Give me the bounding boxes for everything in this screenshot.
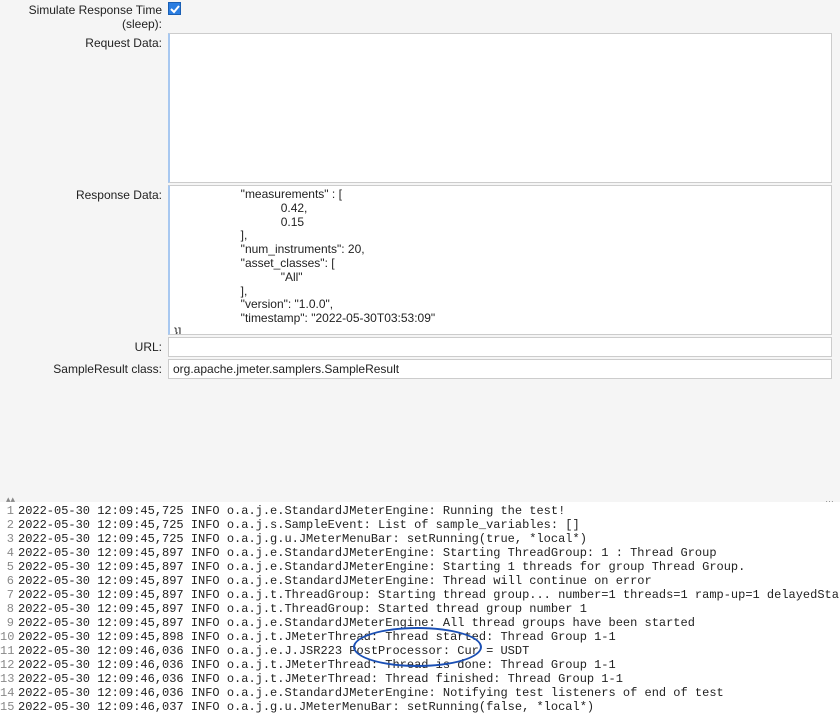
log-line-number: 5 xyxy=(0,560,18,574)
log-line-text: 2022-05-30 12:09:46,036 INFO o.a.j.t.JMe… xyxy=(18,658,616,672)
url-label: URL: xyxy=(8,337,168,354)
response-data-label: Response Data: xyxy=(8,185,168,202)
log-line-text: 2022-05-30 12:09:45,897 INFO o.a.j.e.Sta… xyxy=(18,616,695,630)
sampleresult-row: SampleResult class: xyxy=(8,359,832,379)
log-line-text: 2022-05-30 12:09:45,897 INFO o.a.j.e.Sta… xyxy=(18,546,717,560)
log-line: 102022-05-30 12:09:45,898 INFO o.a.j.t.J… xyxy=(0,630,840,644)
log-line: 32022-05-30 12:09:45,725 INFO o.a.j.g.u.… xyxy=(0,532,840,546)
log-line-text: 2022-05-30 12:09:45,725 INFO o.a.j.e.Sta… xyxy=(18,504,565,518)
log-line-number: 4 xyxy=(0,546,18,560)
log-line-text: 2022-05-30 12:09:45,897 INFO o.a.j.t.Thr… xyxy=(18,588,840,602)
log-line: 42022-05-30 12:09:45,897 INFO o.a.j.e.St… xyxy=(0,546,840,560)
log-line: 52022-05-30 12:09:45,897 INFO o.a.j.e.St… xyxy=(0,560,840,574)
log-line-text: 2022-05-30 12:09:45,725 INFO o.a.j.g.u.J… xyxy=(18,532,587,546)
log-line-text: 2022-05-30 12:09:45,897 INFO o.a.j.e.Sta… xyxy=(18,574,652,588)
sampleresult-label: SampleResult class: xyxy=(8,359,168,376)
log-line-number: 10 xyxy=(0,630,18,644)
simulate-row: Simulate Response Time (sleep): xyxy=(8,0,832,31)
log-line-text: 2022-05-30 12:09:45,898 INFO o.a.j.t.JMe… xyxy=(18,630,616,644)
log-line: 112022-05-30 12:09:46,036 INFO o.a.j.e.J… xyxy=(0,644,840,658)
log-line-number: 9 xyxy=(0,616,18,630)
log-line-text: 2022-05-30 12:09:45,897 INFO o.a.j.t.Thr… xyxy=(18,602,587,616)
log-line: 92022-05-30 12:09:45,897 INFO o.a.j.e.St… xyxy=(0,616,840,630)
log-line-number: 15 xyxy=(0,700,18,714)
log-line: 132022-05-30 12:09:46,036 INFO o.a.j.t.J… xyxy=(0,672,840,686)
log-line: 82022-05-30 12:09:45,897 INFO o.a.j.t.Th… xyxy=(0,602,840,616)
log-line-text: 2022-05-30 12:09:45,725 INFO o.a.j.s.Sam… xyxy=(18,518,580,532)
request-data-textarea[interactable] xyxy=(168,33,832,183)
simulate-label: Simulate Response Time (sleep): xyxy=(8,0,168,31)
request-data-label: Request Data: xyxy=(8,33,168,50)
url-row: URL: xyxy=(8,337,832,357)
log-line-number: 1 xyxy=(0,504,18,518)
request-data-row: Request Data: xyxy=(8,33,832,183)
log-line: 62022-05-30 12:09:45,897 INFO o.a.j.e.St… xyxy=(0,574,840,588)
config-form: Simulate Response Time (sleep): Request … xyxy=(0,0,840,379)
log-line-text: 2022-05-30 12:09:46,036 INFO o.a.j.e.Sta… xyxy=(18,686,724,700)
log-line-number: 12 xyxy=(0,658,18,672)
log-line: 142022-05-30 12:09:46,036 INFO o.a.j.e.S… xyxy=(0,686,840,700)
log-line-text: 2022-05-30 12:09:46,036 INFO o.a.j.t.JMe… xyxy=(18,672,623,686)
log-line-number: 2 xyxy=(0,518,18,532)
url-input[interactable] xyxy=(168,337,832,357)
log-line-number: 7 xyxy=(0,588,18,602)
log-line: 122022-05-30 12:09:46,036 INFO o.a.j.t.J… xyxy=(0,658,840,672)
log-line-text: 2022-05-30 12:09:46,037 INFO o.a.j.g.u.J… xyxy=(18,700,594,714)
response-data-row: Response Data: xyxy=(8,185,832,335)
log-line-number: 6 xyxy=(0,574,18,588)
log-line-text: 2022-05-30 12:09:46,036 INFO o.a.j.e.J.J… xyxy=(18,644,529,658)
log-line-number: 13 xyxy=(0,672,18,686)
simulate-checkbox[interactable] xyxy=(168,2,181,15)
log-line: 12022-05-30 12:09:45,725 INFO o.a.j.e.St… xyxy=(0,504,840,518)
log-line-number: 3 xyxy=(0,532,18,546)
log-line-text: 2022-05-30 12:09:45,897 INFO o.a.j.e.Sta… xyxy=(18,560,745,574)
response-data-textarea[interactable] xyxy=(168,185,832,335)
log-line-number: 8 xyxy=(0,602,18,616)
log-panel: 12022-05-30 12:09:45,725 INFO o.a.j.e.St… xyxy=(0,502,840,716)
log-line: 152022-05-30 12:09:46,037 INFO o.a.j.g.u… xyxy=(0,700,840,714)
spacer xyxy=(0,381,840,496)
log-line: 22022-05-30 12:09:45,725 INFO o.a.j.s.Sa… xyxy=(0,518,840,532)
log-line-number: 11 xyxy=(0,644,18,658)
log-line-number: 14 xyxy=(0,686,18,700)
log-line: 72022-05-30 12:09:45,897 INFO o.a.j.t.Th… xyxy=(0,588,840,602)
sampleresult-input[interactable] xyxy=(168,359,832,379)
